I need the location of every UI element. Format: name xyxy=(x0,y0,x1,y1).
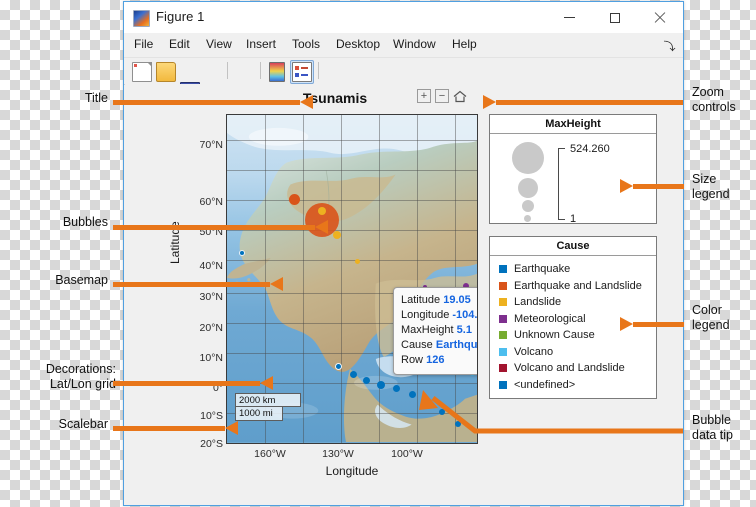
datatip-value: 5.1 xyxy=(456,324,472,336)
legend-label: Earthquake and Landslide xyxy=(514,279,642,292)
plot-area: Tsunamis + − Latitude 70°N 60°N 50°N 40°… xyxy=(125,84,683,505)
size-legend-bubble xyxy=(518,178,538,198)
size-legend-bubble xyxy=(524,215,531,222)
open-file-icon[interactable] xyxy=(156,62,176,82)
datatip-value: Earthquake xyxy=(435,339,478,351)
datatip-row: Latitude 19.05 xyxy=(401,293,477,308)
legend-swatch xyxy=(499,298,507,307)
datatip-value: 19.05 xyxy=(443,294,471,306)
datatip-label: Row xyxy=(401,354,424,366)
size-legend-min: 1 xyxy=(570,213,577,225)
legend-swatch xyxy=(499,281,507,290)
datatip-row: MaxHeight 5.1 xyxy=(401,323,477,338)
maximize-icon[interactable] xyxy=(592,2,637,33)
legend-entry[interactable]: Earthquake xyxy=(490,261,656,278)
zoom-out-icon[interactable]: − xyxy=(435,89,449,103)
y-tick-20n: 20°N xyxy=(199,322,223,334)
annotation-scalebar: Scalebar xyxy=(58,417,108,431)
annotation-zoom-controls: Zoom controls xyxy=(692,85,736,114)
close-icon[interactable] xyxy=(637,2,682,33)
toolbar xyxy=(124,58,683,176)
x-tick-160w: 160°W xyxy=(254,448,286,460)
menubar: File Edit View Insert Tools Desktop Wind… xyxy=(124,33,683,58)
legend-entry[interactable]: Earthquake and Landslide xyxy=(490,278,656,295)
scalebar-km: 2000 km xyxy=(235,393,301,407)
datatip-label: Latitude xyxy=(401,294,441,306)
legend-label: Landslide xyxy=(514,296,562,309)
legend-label: Meteorological xyxy=(514,312,586,325)
datatip-label: MaxHeight xyxy=(401,324,454,336)
colorbar-icon[interactable] xyxy=(269,62,285,82)
window-title: Figure 1 xyxy=(156,9,205,24)
bubble-marker[interactable] xyxy=(333,231,341,239)
menu-overflow-icon[interactable]: ⤵ xyxy=(663,38,675,54)
bubble-marker[interactable] xyxy=(355,259,360,264)
legend-entry[interactable]: Landslide xyxy=(490,294,656,311)
annotation-basemap: Basemap xyxy=(55,273,108,287)
y-axis: Latitude 70°N 60°N 50°N 40°N 30°N 20°N 1… xyxy=(168,114,223,450)
size-legend-title: MaxHeight xyxy=(490,115,656,134)
size-legend-bracket xyxy=(558,148,565,220)
bubble-marker[interactable] xyxy=(350,371,357,378)
annotation-size-legend: Size legend xyxy=(692,172,730,201)
bubble-marker[interactable] xyxy=(289,194,300,205)
x-tick-100w: 100°W xyxy=(391,448,423,460)
datatip-row: Cause Earthquake xyxy=(401,338,478,353)
color-legend-title: Cause xyxy=(490,237,656,256)
y-tick-40n: 40°N xyxy=(199,260,223,272)
annotation-bubbles: Bubbles xyxy=(62,215,108,229)
legend-icon[interactable] xyxy=(290,60,314,84)
y-tick-10s: 10°S xyxy=(200,410,223,422)
datatip-label: Cause xyxy=(401,339,433,351)
datatip-row: Row 126 xyxy=(401,353,477,368)
bubble-marker[interactable] xyxy=(363,377,370,384)
bubble-marker[interactable] xyxy=(239,250,245,256)
y-tick-20s: 20°S xyxy=(200,438,223,450)
menu-item-desktop[interactable]: Desktop xyxy=(336,37,380,51)
datatip-value: -104.2 xyxy=(452,309,478,321)
menu-item-window[interactable]: Window xyxy=(393,37,436,51)
y-tick-10n: 10°N xyxy=(199,352,223,364)
menu-item-edit[interactable]: Edit xyxy=(169,37,190,51)
menu-item-tools[interactable]: Tools xyxy=(292,37,320,51)
x-tick-130w: 130°W xyxy=(322,448,354,460)
menu-item-insert[interactable]: Insert xyxy=(246,37,276,51)
bubble-marker[interactable] xyxy=(393,385,400,392)
legend-swatch xyxy=(499,314,507,323)
scalebar: 2000 km 1000 mi xyxy=(235,393,301,421)
y-tick-70n: 70°N xyxy=(199,139,223,151)
minimize-icon[interactable] xyxy=(547,2,592,33)
zoom-in-icon[interactable]: + xyxy=(417,89,431,103)
size-legend-bubble xyxy=(522,200,534,212)
window-titlebar: Figure 1 xyxy=(124,2,683,33)
annotation-decorations: Decorations: Lat/Lon grid xyxy=(45,362,116,391)
bubble-marker[interactable] xyxy=(335,363,342,370)
new-figure-icon[interactable] xyxy=(132,62,152,82)
bubble-marker[interactable] xyxy=(377,381,385,389)
datatip-row: Longitude -104.2 xyxy=(401,308,478,323)
scalebar-mi: 1000 mi xyxy=(235,407,283,421)
size-legend-max: 524.260 xyxy=(570,143,610,155)
annotation-bubble-datatip: Bubble data tip xyxy=(692,413,734,442)
size-legend-bubble xyxy=(512,142,544,174)
menu-item-view[interactable]: View xyxy=(206,37,232,51)
annotation-color-legend: Color legend xyxy=(692,303,730,332)
y-tick-30n: 30°N xyxy=(199,291,223,303)
menu-item-help[interactable]: Help xyxy=(452,37,477,51)
zoom-controls: + − xyxy=(417,89,467,103)
home-icon[interactable] xyxy=(453,89,467,103)
legend-label: Earthquake xyxy=(514,263,571,276)
legend-swatch xyxy=(499,265,507,274)
datatip-label: Longitude xyxy=(401,309,450,321)
bubble-marker[interactable] xyxy=(318,207,326,215)
matlab-membrane-icon xyxy=(133,10,150,27)
x-axis-label: Longitude xyxy=(325,464,379,478)
menu-item-file[interactable]: File xyxy=(134,37,153,51)
y-tick-60n: 60°N xyxy=(199,196,223,208)
annotation-title: Title xyxy=(84,91,108,105)
bubble-data-tip[interactable]: Latitude 19.05 Longitude -104.2 MaxHeigh… xyxy=(393,287,478,375)
datatip-value: 126 xyxy=(426,354,445,366)
size-legend: MaxHeight 524.260 1 xyxy=(489,114,657,225)
